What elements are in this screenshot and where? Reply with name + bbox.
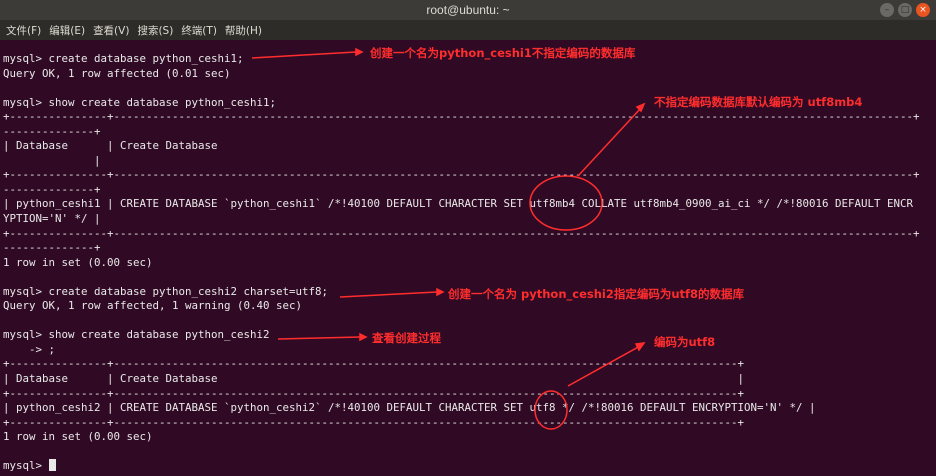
terminal-line: --------------+ [3,182,101,196]
annotation-no-charset: 创建一个名为python_ceshi1不指定编码的数据库 [370,46,636,60]
close-button[interactable]: × [916,3,930,17]
annotation-charset-utf8: 编码为utf8 [654,335,716,349]
terminal-line: --------------+ [3,124,101,138]
terminal-line: | Database | Create Database [3,139,218,153]
terminal-line: +---------------+-----------------------… [3,110,920,124]
terminal-line: -> ; [3,342,56,356]
window-controls: – □ × [880,3,930,17]
terminal-line: +---------------+-----------------------… [3,226,920,240]
terminal-line: | python_ceshi2 | CREATE DATABASE `pytho… [3,401,816,415]
terminal-line: | Database | Create Database | [3,372,745,386]
menu-help[interactable]: 帮助(H) [225,23,262,38]
terminal-line: +---------------+-----------------------… [3,168,920,182]
terminal-line: YPTION='N' */ | [3,212,101,226]
terminal-line: 1 row in set (0.00 sec) [3,430,153,444]
menu-bar: 文件(F) 编辑(E) 查看(V) 搜索(S) 终端(T) 帮助(H) [0,20,936,40]
terminal-line: +---------------+-----------------------… [3,357,745,371]
annotation-with-charset: 创建一个名为 python_ceshi2指定编码为utf8的数据库 [448,287,745,301]
menu-edit[interactable]: 编辑(E) [49,23,85,38]
terminal-line: --------------+ [3,241,101,255]
annotation-default-utf8mb4: 不指定编码数据库默认编码为 utf8mb4 [654,95,863,109]
terminal-line: 1 row in set (0.00 sec) [3,255,153,269]
minimize-button[interactable]: – [880,3,894,17]
terminal-line: mysql> [3,459,933,474]
terminal-output[interactable]: mysql> create database python_ceshi1; Que… [3,52,933,474]
terminal-line: mysql> show create database python_ceshi… [3,328,270,342]
terminal-line: +---------------+-----------------------… [3,386,745,400]
title-bar: root@ubuntu: ~ – □ × [0,0,936,20]
terminal-line: Query OK, 1 row affected (0.01 sec) [3,66,231,80]
menu-terminal[interactable]: 终端(T) [181,23,217,38]
terminal-line: | python_ceshi1 | CREATE DATABASE `pytho… [3,197,914,211]
annotation-view-create: 查看创建过程 [372,331,441,345]
terminal-line: +---------------+-----------------------… [3,415,745,429]
menu-search[interactable]: 搜索(S) [137,23,173,38]
maximize-button[interactable]: □ [898,3,912,17]
menu-view[interactable]: 查看(V) [93,23,129,38]
terminal-line: | [3,153,101,167]
terminal-cursor [48,459,56,472]
menu-file[interactable]: 文件(F) [6,23,41,38]
window-title: root@ubuntu: ~ [426,3,510,17]
